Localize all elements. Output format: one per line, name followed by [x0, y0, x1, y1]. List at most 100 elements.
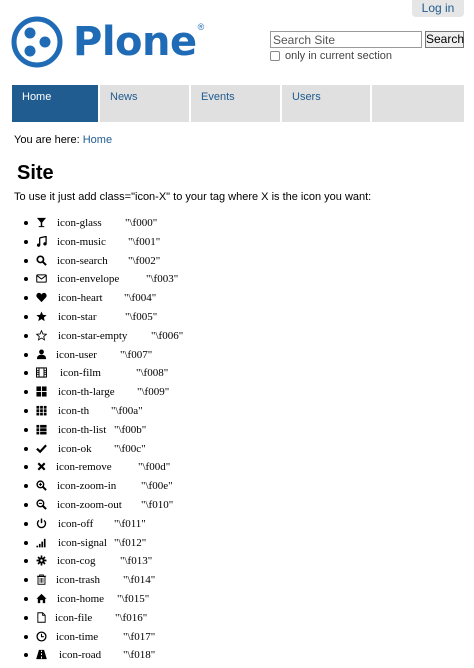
off-icon: [36, 518, 47, 529]
bullet: [24, 239, 28, 244]
icon-class-name: icon-music: [57, 235, 106, 248]
icon-code: "\f016": [115, 611, 148, 624]
icon-class-name: icon-heart: [58, 292, 103, 305]
bullet: [24, 352, 28, 357]
envelope-icon: [36, 273, 47, 284]
nav-tab-events[interactable]: Events: [191, 85, 280, 122]
icon-code: "\f00c": [114, 442, 146, 455]
breadcrumb-prefix: You are here:: [14, 134, 80, 146]
ok-icon: [36, 443, 47, 454]
bullet: [24, 484, 28, 489]
bullet: [24, 277, 28, 282]
music-icon: [36, 235, 47, 247]
bullet: [24, 559, 28, 564]
file-icon: [36, 612, 47, 623]
intro-text: To use it just add class="icon-X" to you…: [14, 191, 372, 203]
bullet: [24, 446, 28, 451]
icon-class-name: icon-envelope: [57, 273, 120, 286]
bullet: [24, 333, 28, 338]
bullet: [24, 596, 28, 601]
search-button[interactable]: Search: [425, 31, 464, 48]
current-section-label: only in current section: [285, 50, 392, 62]
bullet: [24, 540, 28, 545]
icon-class-name: icon-time: [56, 630, 99, 643]
icon-code: "\f003": [146, 273, 179, 286]
icon-class-name: icon-signal: [58, 536, 107, 549]
nav-tab-empty: [372, 85, 464, 122]
bullet: [24, 314, 28, 319]
icon-class-name: icon-ok: [58, 442, 92, 455]
login-link[interactable]: Log in: [412, 0, 464, 17]
icon-code: "\f00e": [141, 480, 173, 493]
bullet: [24, 521, 28, 526]
icon-code: "\f008": [136, 367, 169, 380]
icon-class-name: icon-home: [57, 592, 105, 605]
bullet: [24, 653, 28, 658]
search-input[interactable]: [270, 31, 422, 48]
icon-code: "\f00a": [111, 404, 143, 417]
icon-class-name: icon-th-large: [58, 386, 115, 399]
bullet: [24, 371, 28, 376]
icon-code: "\f007": [120, 348, 153, 361]
th-list-icon: [36, 424, 47, 435]
plone-logo[interactable]: Plone ®: [11, 16, 204, 68]
breadcrumb: You are here: Home: [14, 134, 112, 146]
current-section-option[interactable]: only in current section: [270, 50, 392, 62]
icon-code: "\f015": [117, 592, 150, 605]
icon-class-name: icon-star: [58, 310, 97, 323]
th-large-icon: [36, 386, 47, 397]
bullet: [24, 221, 28, 225]
nav-tab-home[interactable]: Home: [12, 85, 98, 122]
home-icon: [36, 593, 47, 604]
nav-tab-news[interactable]: News: [100, 85, 189, 122]
icon-class-name: icon-search: [57, 254, 108, 267]
icon-class-name: icon-cog: [57, 555, 96, 568]
plone-logo-icon: [11, 16, 63, 68]
cog-icon: [36, 555, 47, 566]
icon-code: "\f012": [114, 536, 147, 549]
icon-code: "\f009": [137, 386, 170, 399]
icon-code: "\f010": [141, 498, 174, 511]
bullet: [24, 502, 28, 507]
icon-class-name: icon-road: [59, 649, 102, 662]
icon-code: "\f018": [123, 649, 156, 662]
bullet: [24, 465, 28, 470]
bullet: [24, 578, 28, 583]
icon-class-name: icon-off: [58, 517, 94, 530]
icon-class-name: icon-th: [58, 404, 90, 417]
icon-code: "\f006": [151, 329, 184, 342]
icon-class-name: icon-zoom-in: [57, 480, 117, 493]
current-section-checkbox[interactable]: [270, 51, 280, 61]
bullet: [24, 427, 28, 432]
zoom-in-icon: [36, 480, 47, 491]
page-title: Site: [17, 162, 54, 184]
bullet: [24, 258, 28, 263]
icon-code: "\f00b": [114, 423, 147, 436]
icon-class-name: icon-glass: [57, 217, 102, 229]
search-icon: [36, 255, 47, 266]
icon-code: "\f00d": [138, 461, 171, 474]
star-empty-icon: [36, 329, 47, 341]
film-icon: [36, 367, 47, 378]
icon-code: "\f017": [123, 630, 156, 643]
icon-code: "\f000": [125, 217, 158, 229]
bullet: [24, 615, 28, 620]
registered-mark: ®: [197, 22, 205, 32]
nav-tab-users[interactable]: Users: [282, 85, 370, 122]
icon-class-name: icon-file: [55, 611, 93, 624]
breadcrumb-home-link[interactable]: Home: [83, 134, 112, 146]
icon-code: "\f002": [128, 254, 161, 267]
heart-icon: [36, 292, 47, 303]
icon-class-name: icon-trash: [56, 574, 100, 587]
icon-class-name: icon-user: [56, 348, 97, 361]
trash-icon: [36, 574, 47, 585]
icon-code: "\f004": [124, 292, 157, 305]
user-icon: [36, 349, 47, 360]
icon-class-name: icon-zoom-out: [57, 498, 122, 511]
main-navigation: Home News Events Users: [12, 85, 464, 122]
icon-class-name: icon-film: [60, 367, 101, 380]
icon-code: "\f001": [128, 235, 161, 248]
th-icon: [36, 405, 47, 416]
icon-class-name: icon-th-list: [58, 423, 107, 436]
logo-text: Plone: [73, 19, 197, 65]
